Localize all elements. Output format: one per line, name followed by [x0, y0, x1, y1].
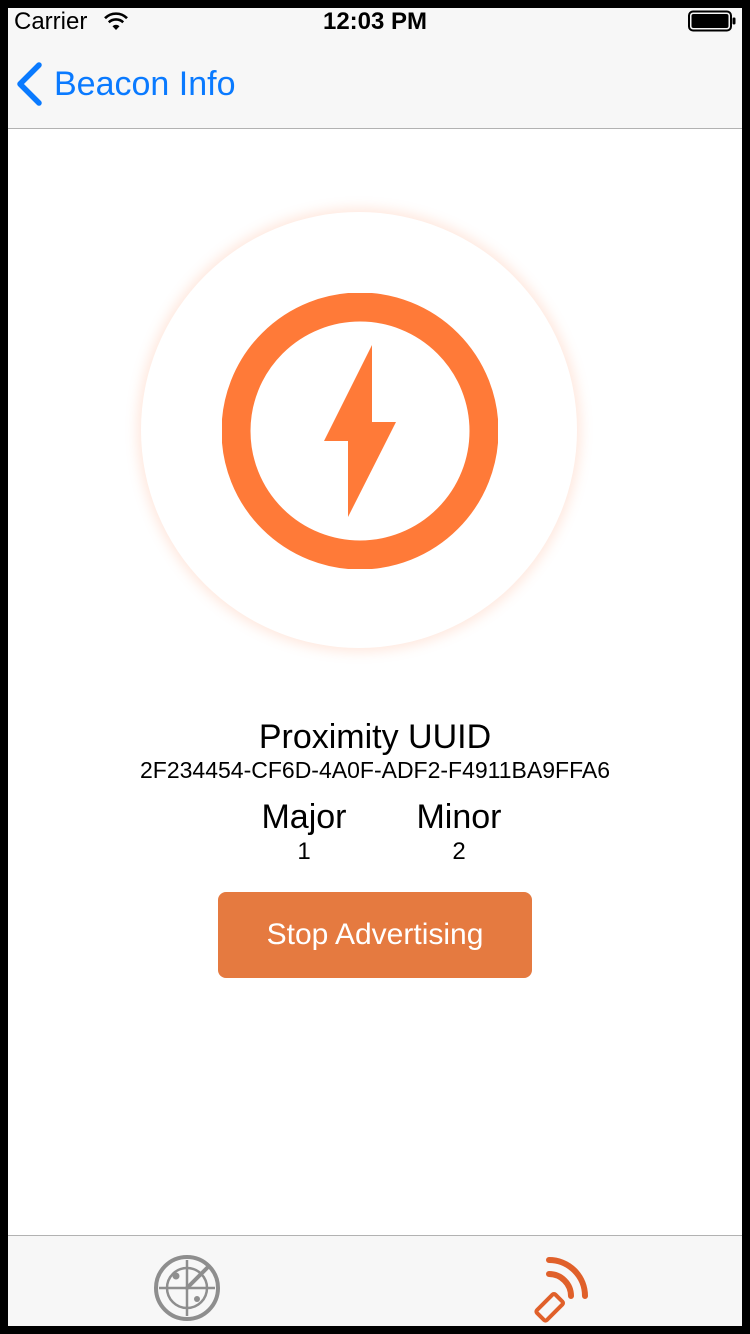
tab-bar: [8, 1235, 742, 1326]
lightning-bolt-icon: [222, 293, 498, 569]
proximity-uuid-label: Proximity UUID: [258, 718, 492, 756]
broadcast-icon: [534, 1257, 588, 1323]
navigation-bar: Beacon Info: [8, 40, 742, 129]
proximity-uuid-value: 2F234454-CF6D-4A0F-ADF2-F4911BA9FFA6: [140, 757, 610, 783]
status-bar: Carrier 12:03 PM: [8, 8, 742, 40]
back-button[interactable]: Beacon Info: [14, 58, 235, 110]
status-time: 12:03 PM: [322, 8, 428, 35]
tab-scan[interactable]: [8, 1236, 375, 1326]
device-screen: Carrier 12:03 PM Beacon Info Proximity U…: [8, 8, 742, 1326]
battery-icon: [688, 10, 736, 32]
minor-value: 2: [452, 838, 466, 865]
stop-advertising-button[interactable]: Stop Advertising: [218, 892, 532, 978]
major-label: Major: [261, 798, 347, 836]
back-button-label: Beacon Info: [54, 65, 236, 103]
tab-broadcast[interactable]: [375, 1236, 742, 1326]
radar-icon: [154, 1255, 220, 1321]
minor-label: Minor: [416, 798, 502, 836]
chevron-left-icon: [17, 62, 42, 106]
major-value: 1: [297, 838, 311, 865]
